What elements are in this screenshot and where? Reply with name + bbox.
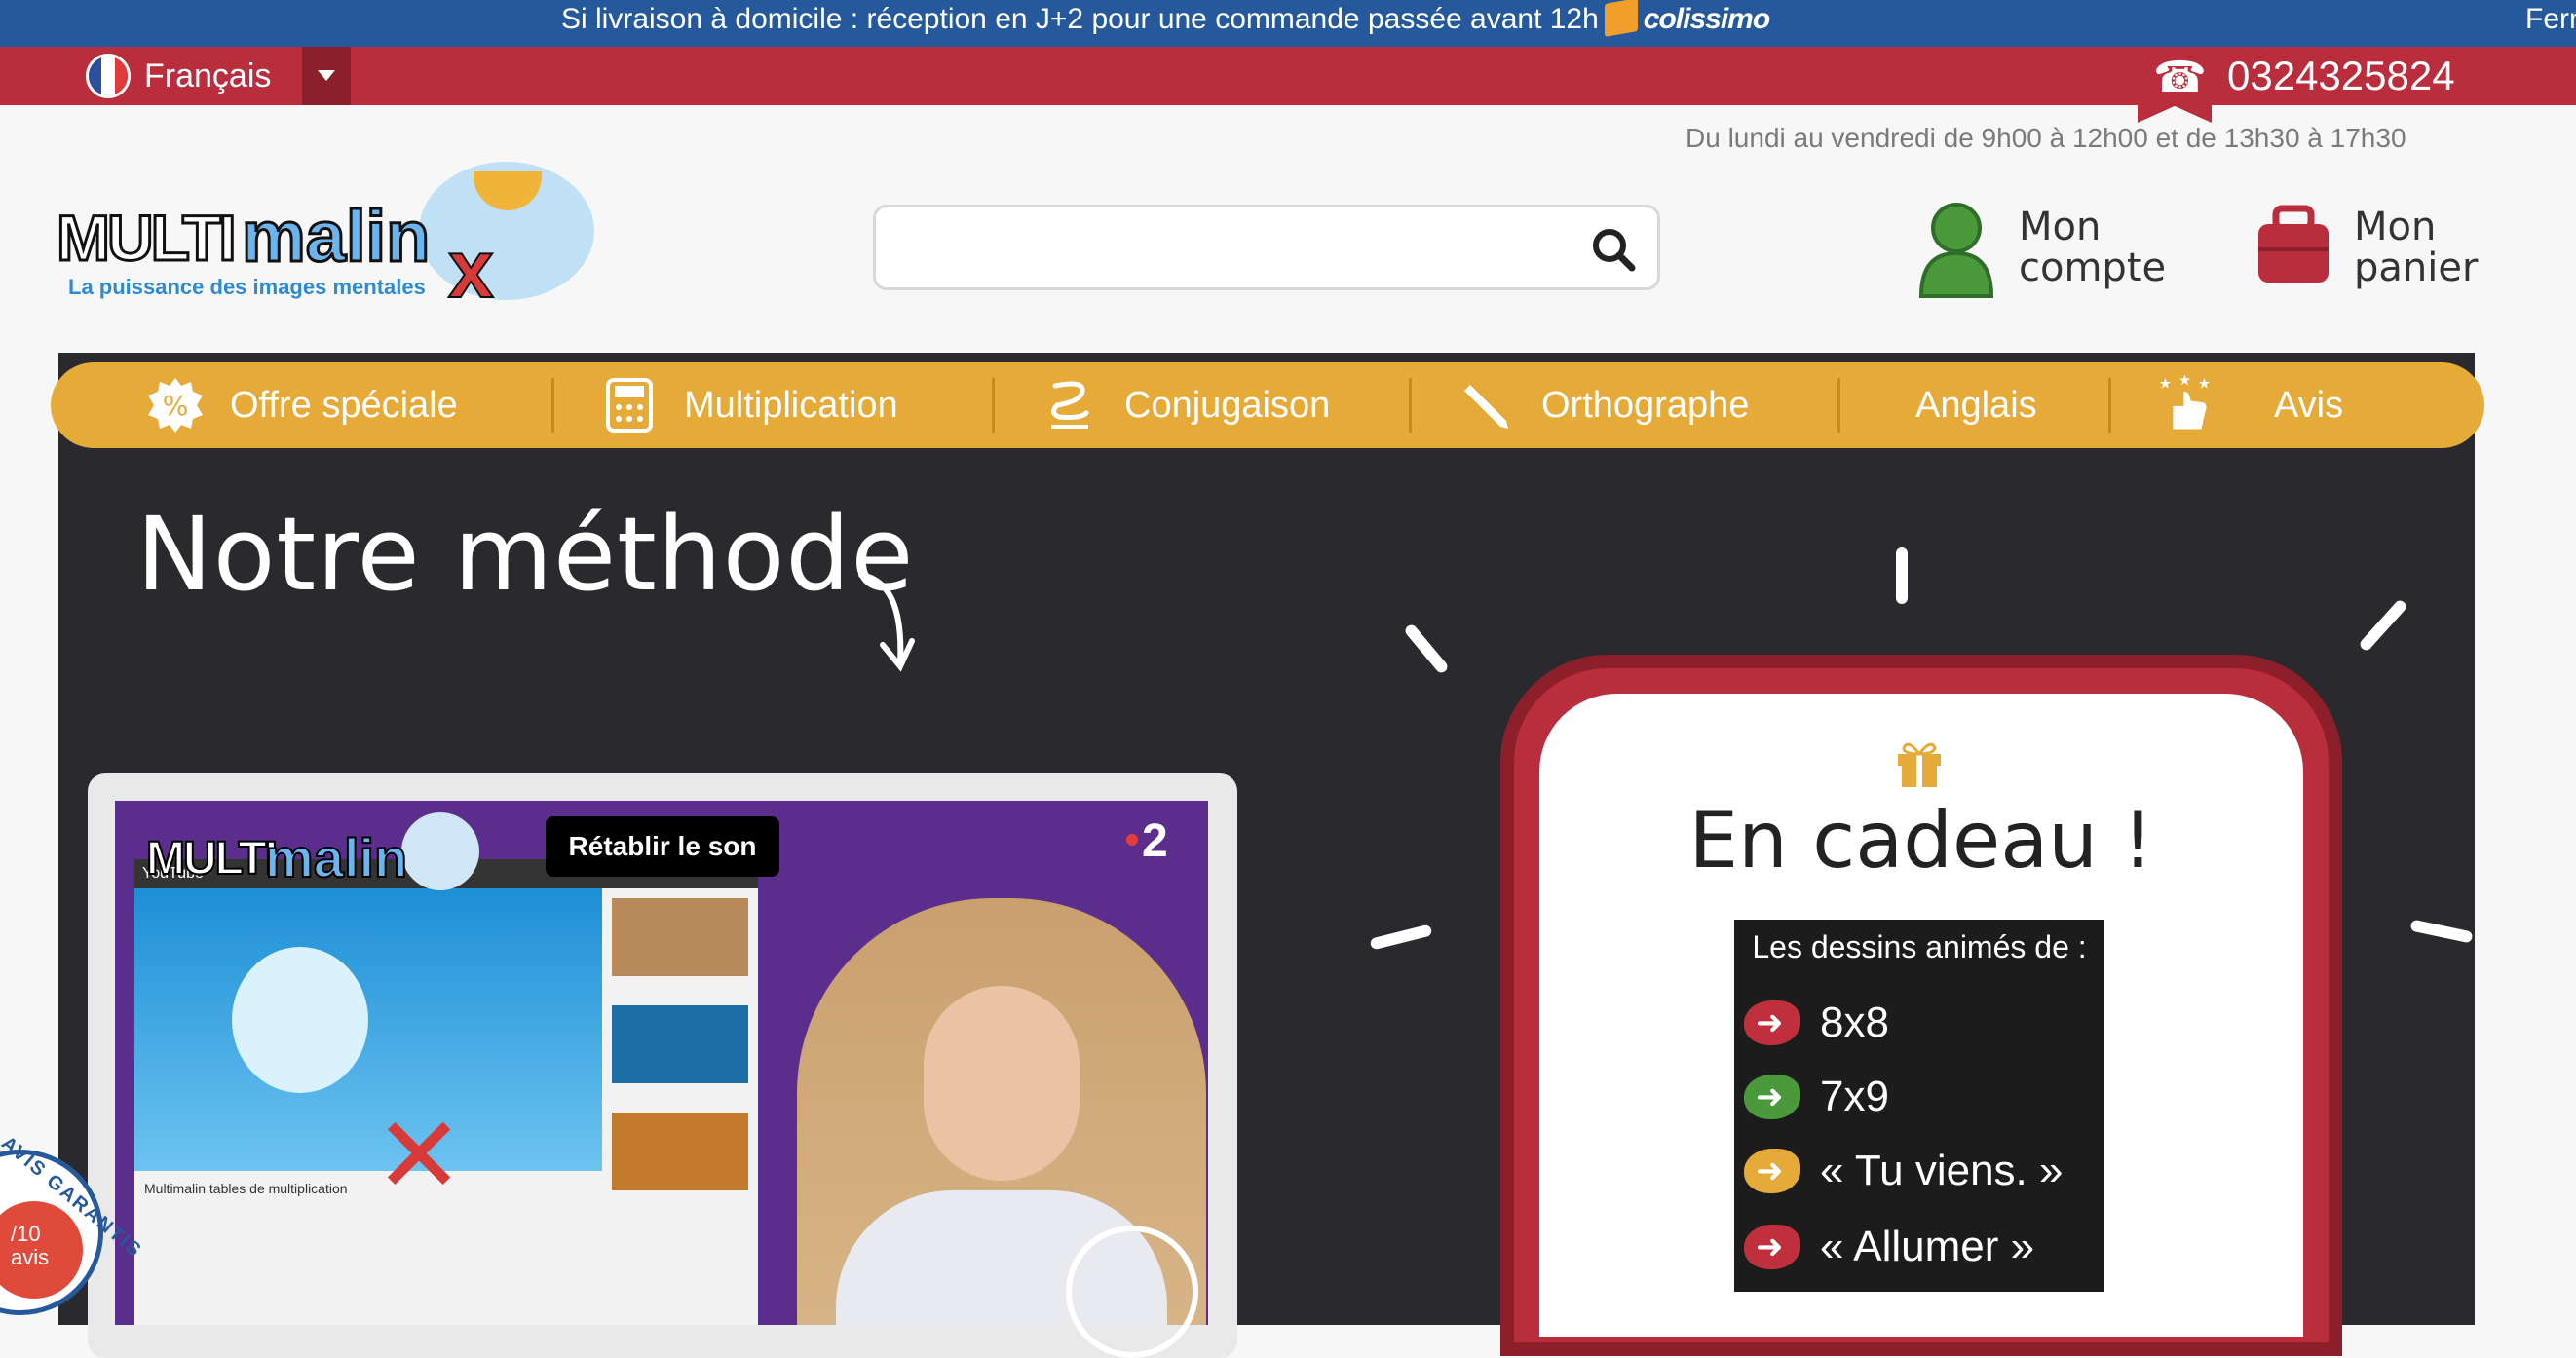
french-flag-icon <box>86 54 131 98</box>
nav-divider <box>1837 378 1840 433</box>
nav-item-avis[interactable]: ★ ★ ★ Avis <box>2157 362 2343 448</box>
logo-text-multi: MULTI <box>56 201 239 276</box>
thumbnail <box>612 1113 748 1190</box>
arrow-right-icon <box>1744 1000 1800 1045</box>
video-screenshot: YouTube ✕ Multimalin tables de multiplic… <box>134 859 758 1325</box>
nav-divider <box>2108 378 2111 433</box>
topbar-right-text: Ferm <box>2525 3 2576 35</box>
phone-icon: ☎ <box>2153 54 2207 101</box>
cart-label-line1: Mon <box>2354 205 2437 249</box>
svg-text:★: ★ <box>2198 377 2211 393</box>
shipping-info-bar: Si livraison à domicile : réception en J… <box>0 0 2576 47</box>
shipping-message: Si livraison à domicile : réception en J… <box>561 0 1770 39</box>
account-label-line1: Mon <box>2019 205 2102 249</box>
briefcase-icon <box>2258 205 2329 283</box>
cartoon-scene: ✕ <box>134 888 602 1216</box>
related-videos <box>612 898 753 1220</box>
cart-label-line2: panier <box>2354 245 2479 290</box>
nav-divider <box>551 378 554 433</box>
nav-label: Multiplication <box>684 384 898 426</box>
arrow-right-icon <box>1744 1075 1800 1119</box>
thumbs-up-stars-icon: ★ ★ ★ <box>2157 373 2216 434</box>
channel-logo: 2 <box>1126 815 1168 867</box>
badge-score: /10 <box>11 1222 41 1246</box>
thought-bubble <box>232 947 368 1093</box>
gift-item[interactable]: 7x9 <box>1744 1068 1889 1126</box>
gift-list-title: Les dessins animés de : <box>1752 929 2087 964</box>
colissimo-logo: colissimo <box>1643 3 1770 35</box>
cartoon-x-character: ✕ <box>374 1096 465 1216</box>
language-selector[interactable]: Français <box>86 47 271 105</box>
conjugation-icon <box>1041 376 1099 434</box>
phone-number[interactable]: 0324325824 <box>2227 47 2455 105</box>
pencil-icon <box>1458 376 1516 434</box>
logo-tagline: La puissance des images mentales <box>68 275 426 299</box>
account-link[interactable]: Mon compte <box>1915 199 2166 300</box>
language-label: Français <box>144 57 272 94</box>
nav-label: Offre spéciale <box>230 384 458 426</box>
svg-text:★: ★ <box>2178 373 2191 389</box>
gift-item[interactable]: 8x8 <box>1744 994 1889 1052</box>
nav-item-conjugaison[interactable]: Conjugaison <box>1041 362 1330 448</box>
arrow-right-icon <box>1744 1225 1800 1269</box>
phone-ribbon: ☎ <box>2138 47 2212 123</box>
nav-item-anglais[interactable]: Anglais <box>1915 362 2037 448</box>
chalk-arrow-icon <box>858 572 915 672</box>
unmute-button[interactable]: Rétablir le son <box>546 816 779 877</box>
video-logo: MULTI malin <box>145 812 479 896</box>
arrow-right-icon <box>1744 1149 1800 1193</box>
nav-label: Orthographe <box>1541 384 1750 426</box>
nav-divider <box>1409 378 1412 433</box>
section-title: Notre méthode <box>136 495 915 614</box>
cart-link[interactable]: Mon panier <box>2254 199 2478 288</box>
clock-icon <box>1066 1226 1198 1358</box>
nav-divider <box>992 378 995 433</box>
user-icon <box>1918 203 1994 298</box>
search-icon[interactable] <box>1589 225 1638 274</box>
badge-label: avis <box>11 1245 50 1269</box>
logo-text-malin: malin <box>240 195 431 279</box>
svg-text:%: % <box>163 390 189 422</box>
nav-label: Conjugaison <box>1124 384 1331 426</box>
thumbnail <box>612 898 748 976</box>
thumbnail <box>612 1005 748 1083</box>
gift-icon <box>1898 742 1941 787</box>
nav-label: Anglais <box>1915 384 2037 426</box>
opening-hours: Du lundi au vendredi de 9h00 à 12h00 et … <box>1686 123 2406 153</box>
logo-x-mascot: x <box>447 222 495 316</box>
site-logo[interactable]: MULTI malin x La puissance des images me… <box>56 162 594 316</box>
gift-item[interactable]: « Allumer » <box>1744 1218 2034 1276</box>
percent-badge-icon: % <box>146 376 205 434</box>
nav-label: Avis <box>2274 384 2344 426</box>
chevron-down-icon[interactable] <box>302 47 351 105</box>
package-icon <box>1604 0 1638 37</box>
gift-title: En cadeau ! <box>1688 795 2154 886</box>
svg-text:★: ★ <box>2159 377 2172 393</box>
account-label-line2: compte <box>2019 245 2167 290</box>
video-caption: Multimalin tables de multiplication <box>144 1181 348 1196</box>
nav-item-multiplication[interactable]: Multiplication <box>600 362 898 448</box>
gift-item[interactable]: « Tu viens. » <box>1744 1142 2063 1200</box>
nav-item-orthographe[interactable]: Orthographe <box>1458 362 1749 448</box>
search-input[interactable] <box>873 205 1660 290</box>
nav-item-offre-speciale[interactable]: % Offre spéciale <box>146 362 458 448</box>
chalk-dash <box>1896 547 1908 604</box>
calculator-icon <box>600 376 659 434</box>
